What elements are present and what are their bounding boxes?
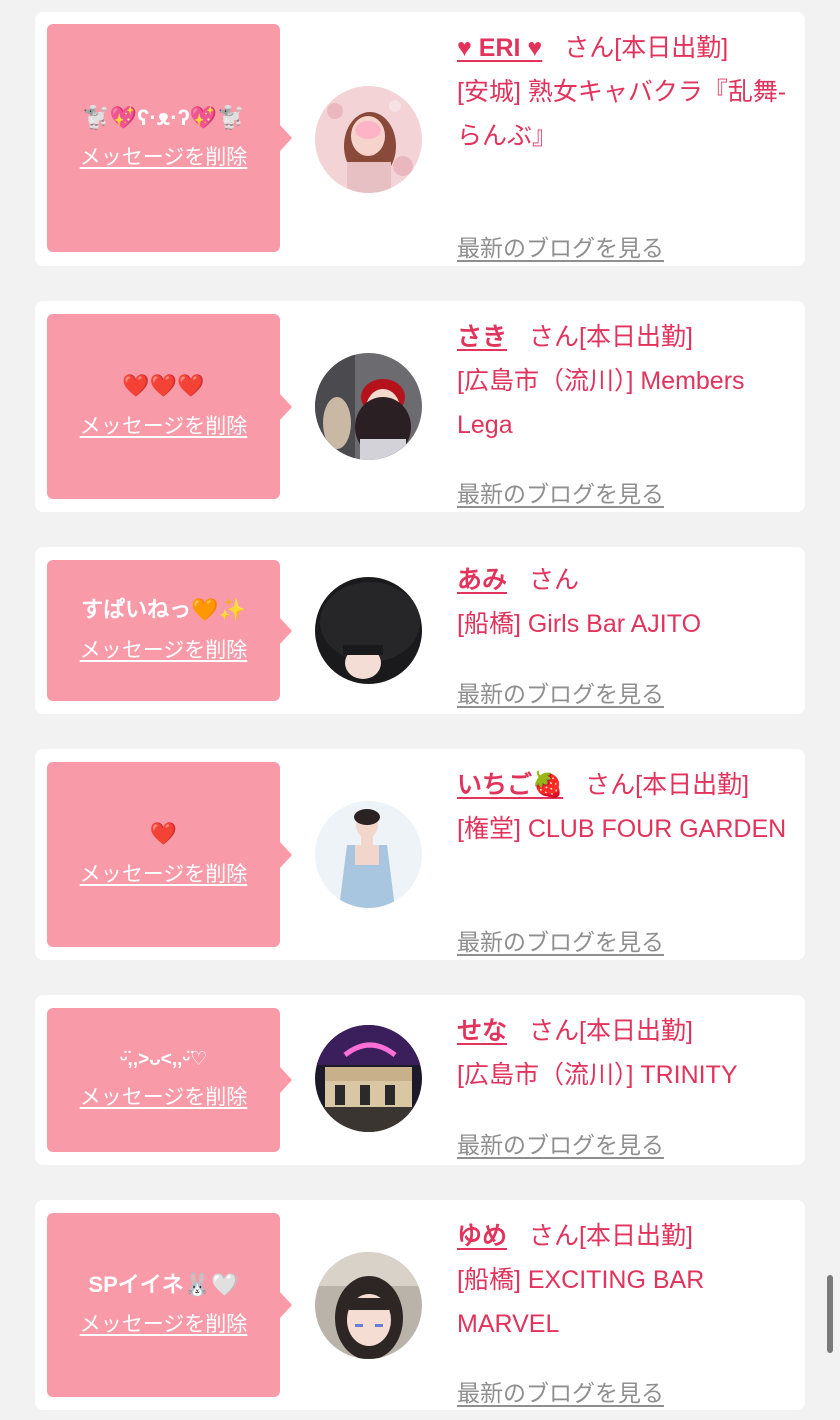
delete-message-link[interactable]: メッセージを削除: [80, 410, 248, 440]
latest-blog-link[interactable]: 最新のブログを見る: [457, 1374, 664, 1408]
avatar[interactable]: [315, 801, 422, 908]
notification-card: SPイイネ🐰🤍 メッセージを削除 ゆめ さん[本日出勤] [船橋] EXCITIN…: [35, 1200, 805, 1410]
avatar[interactable]: [315, 353, 422, 460]
info-lines: ♥ ERI ♥ さん[本日出勤] [安城] 熟女キャバクラ『乱舞-らんぶ』: [457, 26, 797, 158]
message-bubble: SPイイネ🐰🤍 メッセージを削除: [47, 1213, 292, 1397]
info-lines: さき さん[本日出勤] [広島市（流川）] Members Lega: [457, 315, 797, 447]
message-text: ❤️❤️❤️: [122, 373, 205, 399]
message-bubble: すぱいねっ🧡✨ メッセージを削除: [47, 560, 292, 701]
shop-name: [船橋] Girls Bar AJITO: [457, 610, 702, 638]
latest-blog-link[interactable]: 最新のブログを見る: [457, 923, 664, 957]
delete-message-link[interactable]: メッセージを削除: [80, 141, 248, 171]
honorific: さん: [529, 566, 580, 594]
info-block: いちご🍓 さん[本日出勤] [権堂] CLUB FOUR GARDEN 最新のブロ…: [457, 763, 797, 955]
status-label: [本日出勤]: [579, 1222, 693, 1250]
info-block: さき さん[本日出勤] [広島市（流川）] Members Lega 最新のブログ…: [457, 315, 797, 507]
notification-card: 🐩💖ʕ·ᴥ·ʔ💖🐩 メッセージを削除 ♥ ERI ♥ さん[本日出勤] [安城] …: [35, 12, 805, 266]
info-block: あみ さん [船橋] Girls Bar AJITO 最新のブログを見る: [457, 558, 797, 707]
delete-message-link[interactable]: メッセージを削除: [80, 1081, 248, 1111]
latest-blog-link[interactable]: 最新のブログを見る: [457, 475, 664, 509]
shop-name: [安城] 熟女キャバクラ『乱舞-らんぶ』: [457, 78, 787, 150]
shop-name: [権堂] CLUB FOUR GARDEN: [457, 815, 787, 843]
latest-blog-link[interactable]: 最新のブログを見る: [457, 229, 664, 263]
scrollbar[interactable]: [827, 1275, 833, 1353]
message-text: ᵕ̈,,>ᴗ<,,ᵕ̈♡: [119, 1048, 208, 1070]
status-label: [本日出勤]: [635, 771, 750, 799]
avatar[interactable]: [315, 86, 422, 193]
honorific: さん: [529, 1017, 580, 1045]
notification-card: ❤️ メッセージを削除 いちご🍓 さん[本日出勤] [権堂] CLUB FOUR …: [35, 749, 805, 960]
honorific: さん: [529, 1222, 580, 1250]
message-bubble: 🐩💖ʕ·ᴥ·ʔ💖🐩 メッセージを削除: [47, 24, 292, 252]
honorific: さん: [564, 34, 615, 62]
cast-name-link[interactable]: せな: [457, 1017, 507, 1045]
latest-blog-link[interactable]: 最新のブログを見る: [457, 1126, 664, 1160]
status-label: [本日出勤]: [614, 34, 729, 62]
avatar[interactable]: [315, 1025, 422, 1132]
avatar-photo: [315, 86, 422, 193]
info-block: せな さん[本日出勤] [広島市（流川）] TRINITY 最新のブログを見る: [457, 1009, 797, 1158]
delete-message-link[interactable]: メッセージを削除: [80, 858, 248, 888]
info-block: ♥ ERI ♥ さん[本日出勤] [安城] 熟女キャバクラ『乱舞-らんぶ』 最新の…: [457, 26, 797, 261]
info-block: ゆめ さん[本日出勤] [船橋] EXCITING BAR MARVEL 最新のブ…: [457, 1214, 797, 1406]
delete-message-link[interactable]: メッセージを削除: [80, 1308, 248, 1338]
avatar-photo: [315, 801, 422, 908]
honorific: さん: [585, 771, 636, 799]
message-text: ❤️: [149, 821, 178, 847]
message-text: すぱいねっ🧡✨: [81, 597, 246, 623]
avatar-photo: [315, 1025, 422, 1132]
avatar-photo: [315, 577, 422, 684]
message-bubble: ❤️ メッセージを削除: [47, 762, 292, 947]
shop-name: [広島市（流川）] TRINITY: [457, 1061, 738, 1089]
message-bubble: ᵕ̈,,>ᴗ<,,ᵕ̈♡ メッセージを削除: [47, 1008, 292, 1152]
shop-name: [広島市（流川）] Members Lega: [457, 367, 745, 439]
latest-blog-link[interactable]: 最新のブログを見る: [457, 675, 664, 709]
info-lines: せな さん[本日出勤] [広島市（流川）] TRINITY: [457, 1009, 797, 1097]
avatar[interactable]: [315, 1252, 422, 1359]
notification-card: ᵕ̈,,>ᴗ<,,ᵕ̈♡ メッセージを削除 せな さん[本日出勤] [広島市（流川…: [35, 995, 805, 1165]
avatar-photo: [315, 353, 422, 460]
status-label: [本日出勤]: [579, 1017, 693, 1045]
shop-name: [船橋] EXCITING BAR MARVEL: [457, 1266, 705, 1338]
honorific: さん: [529, 323, 580, 351]
cast-name-link[interactable]: いちご🍓: [457, 771, 563, 799]
delete-message-link[interactable]: メッセージを削除: [80, 634, 248, 664]
cast-name-link[interactable]: あみ: [457, 566, 507, 594]
cast-name-link[interactable]: ゆめ: [457, 1222, 507, 1250]
message-text: SPイイネ🐰🤍: [88, 1271, 239, 1297]
info-lines: あみ さん [船橋] Girls Bar AJITO: [457, 558, 797, 646]
info-lines: ゆめ さん[本日出勤] [船橋] EXCITING BAR MARVEL: [457, 1214, 797, 1346]
notification-card: ❤️❤️❤️ メッセージを削除 さき さん[本日出勤] [広島市（流川）] Mem…: [35, 301, 805, 512]
message-bubble: ❤️❤️❤️ メッセージを削除: [47, 314, 292, 499]
cast-name-link[interactable]: ♥ ERI ♥: [457, 34, 542, 62]
status-label: [本日出勤]: [579, 323, 693, 351]
cast-name-link[interactable]: さき: [457, 323, 507, 351]
info-lines: いちご🍓 さん[本日出勤] [権堂] CLUB FOUR GARDEN: [457, 763, 797, 851]
avatar-photo: [315, 1252, 422, 1359]
message-text: 🐩💖ʕ·ᴥ·ʔ💖🐩: [82, 104, 245, 130]
avatar[interactable]: [315, 577, 422, 684]
notification-card: すぱいねっ🧡✨ メッセージを削除 あみ さん [船橋] Girls Bar AJI…: [35, 547, 805, 714]
